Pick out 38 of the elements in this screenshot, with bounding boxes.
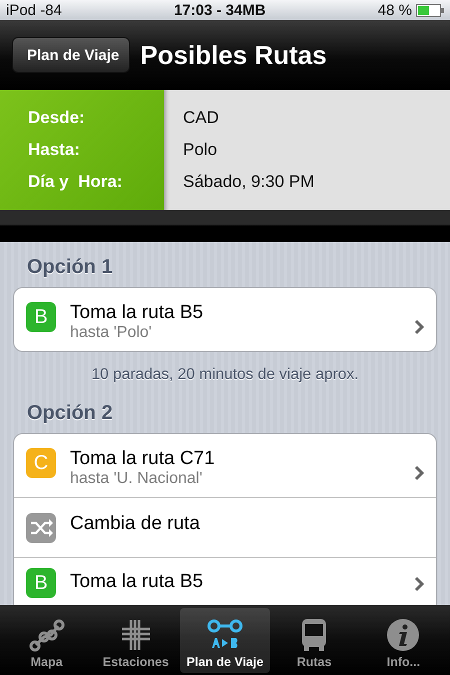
trip-value: CAD <box>183 108 220 128</box>
route-letter-badge: B <box>26 302 56 332</box>
tab[interactable]: Mapa <box>2 608 92 673</box>
route-step[interactable]: C Toma la ruta C71 hasta 'U. Nacional' <box>14 434 436 497</box>
time-text: 17:03 - 34MB <box>174 2 266 18</box>
trip-value: Sábado, 9:30 PM <box>183 172 316 192</box>
chevron-icon <box>414 318 424 334</box>
route-title: Toma la ruta B5 <box>70 571 204 593</box>
trip-label: Hasta: <box>28 140 81 160</box>
chevron-icon <box>414 576 424 592</box>
option-heading: Opción 1 <box>26 256 114 280</box>
chevron-icon <box>414 464 424 480</box>
battery-percent: 48 % <box>378 2 412 18</box>
battery-icon <box>416 4 444 16</box>
route-destination: hasta 'Polo' <box>70 324 153 342</box>
route-step[interactable]: B Toma la ruta B5 hasta 'Polo' <box>14 288 436 351</box>
step-title: Cambia de ruta <box>70 513 201 535</box>
route-letter-badge: B <box>26 568 56 598</box>
tab[interactable]: Info... <box>358 608 448 673</box>
info-icon <box>385 618 422 652</box>
route-title: Toma la ruta C71 <box>70 448 216 470</box>
trip-label: Día y Hora: <box>28 172 124 192</box>
trip-value: Polo <box>183 140 218 160</box>
route-destination: hasta 'U. Nacional' <box>70 470 204 488</box>
route-dots-icon <box>28 618 65 652</box>
route-letter-badge: C <box>26 448 56 478</box>
tab[interactable]: Plan de Viaje <box>180 608 270 673</box>
back-button[interactable]: Plan de Viaje <box>12 37 130 73</box>
shuffle-icon <box>26 513 56 543</box>
route-title: Toma la ruta B5 <box>70 302 204 324</box>
tab[interactable]: Rutas <box>270 608 359 673</box>
screen-title: Posibles Rutas <box>140 40 327 70</box>
trip-summary: 10 paradas, 20 minutos de viaje aprox. <box>90 366 360 384</box>
tab[interactable]: Estaciones <box>91 608 180 673</box>
carrier-text: iPod -84 <box>6 2 62 18</box>
transfer-step[interactable]: Cambia de ruta <box>14 497 436 557</box>
option-heading: Opción 2 <box>26 402 114 426</box>
trip-label: Desde: <box>28 108 86 128</box>
